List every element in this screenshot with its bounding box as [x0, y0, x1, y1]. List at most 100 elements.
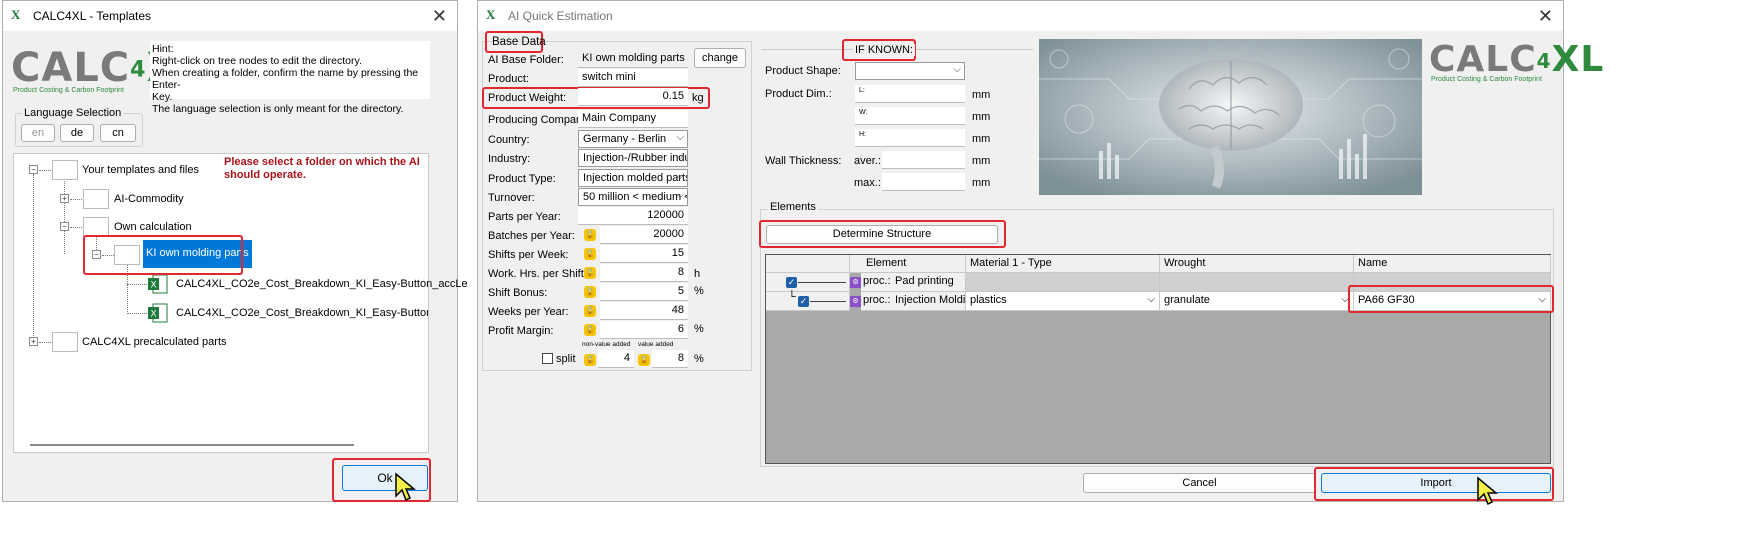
product-type-select[interactable]: Injection molded parts ⌵ — [578, 169, 688, 187]
svg-text:X: X — [151, 281, 157, 291]
producing-company-label: Producing Company: — [488, 114, 591, 126]
process-icon: ⚙ — [850, 277, 861, 288]
profit-margin-field[interactable]: 6 — [600, 321, 688, 339]
row-checkbox[interactable]: ✓ — [786, 277, 797, 288]
collapse-toggle-root[interactable]: − — [29, 165, 38, 174]
split-nva-field[interactable]: 4 — [598, 350, 634, 368]
wall-aver-field[interactable] — [882, 151, 965, 169]
lang-en-button[interactable]: en — [21, 124, 55, 142]
lock-icon[interactable]: 🔒 — [638, 354, 650, 366]
work-hrs-unit: h — [694, 268, 701, 280]
chevron-down-icon: ⌵ — [676, 132, 684, 143]
shift-bonus-label: Shift Bonus: — [488, 287, 548, 299]
grid-cell-element[interactable]: Pad printing — [891, 273, 966, 292]
tree-connector — [33, 174, 34, 342]
determine-structure-button[interactable]: Determine Structure — [766, 225, 998, 244]
tree-connector — [810, 301, 846, 302]
calc4xl-app-icon: X — [486, 7, 496, 22]
lock-icon[interactable]: 🔒 — [584, 305, 596, 317]
tree-node-precalculated-parts[interactable]: CALC4XL precalculated parts — [82, 336, 227, 348]
templates-titlebar: X CALC4XL - Templates ✕ — [3, 1, 457, 31]
chevron-down-icon: ⌵ — [953, 64, 961, 75]
folder-icon — [83, 217, 109, 237]
grid-cell-wrought[interactable]: granulate ⌵ — [1160, 292, 1354, 311]
tree-connector — [39, 170, 51, 171]
dim-l-field[interactable]: L: — [855, 85, 965, 103]
row-checkbox[interactable]: ✓ — [798, 296, 809, 307]
shift-bonus-field[interactable]: 5 — [600, 283, 688, 301]
chevron-down-icon: ⌵ — [676, 171, 684, 182]
tree-node-ai-commodity[interactable]: AI-Commodity — [114, 193, 184, 205]
tree-connector — [70, 199, 82, 200]
tree-node-root[interactable]: Your templates and files — [82, 164, 199, 176]
grid-header-wrought: Wrought — [1160, 255, 1354, 273]
grid-cell-proc: proc.: — [861, 292, 891, 311]
lock-icon[interactable]: 🔒 — [584, 229, 596, 241]
turnover-select[interactable]: 50 million < medium < 2⌵ — [578, 188, 688, 206]
mouse-cursor-icon — [395, 472, 416, 502]
product-dim-label: Product Dim.: — [765, 88, 832, 100]
tree-connector — [64, 174, 65, 254]
expand-toggle-ai-commodity[interactable]: + — [60, 194, 69, 203]
shifts-per-week-field[interactable]: 15 — [600, 245, 688, 263]
chevron-down-icon: ⌵ — [676, 190, 684, 201]
industry-select[interactable]: Injection-/Rubber indu ⌵ — [578, 149, 688, 167]
logo-tagline: Product Costing & Carbon Footprint — [13, 87, 124, 94]
highlight-selected-folder — [83, 235, 243, 275]
product-field[interactable]: switch mini — [578, 69, 688, 87]
close-icon[interactable]: ✕ — [432, 6, 447, 27]
ai-titlebar: X AI Quick Estimation ✕ — [478, 1, 1563, 31]
grid-header-name: Name — [1354, 255, 1551, 273]
logo-text: CALC4XL — [1429, 39, 1605, 80]
wall-max-unit: mm — [972, 177, 991, 189]
lock-icon[interactable]: 🔒 — [584, 267, 596, 279]
collapse-toggle-own-calculation[interactable]: − — [60, 222, 69, 231]
ai-estimation-window: X AI Quick Estimation ✕ Base Data AI Bas… — [477, 0, 1603, 502]
dim-w-unit: mm — [972, 111, 991, 123]
tree-connector — [798, 282, 846, 283]
dim-w-field[interactable]: W: — [855, 107, 965, 125]
split-checkbox[interactable] — [542, 353, 553, 364]
svg-text:X: X — [151, 310, 157, 320]
parts-per-year-field[interactable]: 120000 — [578, 207, 688, 225]
split-label: split — [556, 353, 576, 365]
folder-icon — [52, 160, 78, 180]
import-button[interactable]: Import — [1321, 473, 1551, 493]
lang-cn-button[interactable]: cn — [100, 124, 136, 142]
producing-company-field[interactable]: Main Company — [578, 110, 688, 128]
lock-icon[interactable]: 🔒 — [584, 324, 596, 336]
tree-node-own-calculation[interactable]: Own calculation — [114, 221, 192, 233]
lock-icon[interactable]: 🔒 — [584, 248, 596, 260]
parts-per-year-label: Parts per Year: — [488, 211, 561, 223]
lock-icon[interactable]: 🔒 — [584, 286, 596, 298]
if-known-label: IF KNOWN: — [853, 44, 916, 56]
tree-horizontal-scrollbar[interactable] — [30, 444, 354, 446]
grid-cell-material[interactable]: plastics ⌵ — [966, 292, 1160, 311]
tree-panel: Please select a folder on which the AI s… — [13, 153, 468, 453]
work-hrs-label: Work. Hrs. per Shift: — [488, 268, 587, 280]
change-folder-button[interactable]: change — [694, 48, 746, 68]
split-va-field[interactable]: 8 — [652, 350, 688, 368]
wall-max-field[interactable] — [882, 173, 965, 191]
lock-icon[interactable]: 🔒 — [584, 354, 596, 366]
close-icon[interactable]: ✕ — [1538, 6, 1553, 27]
max-label: max.: — [854, 177, 881, 189]
product-type-label: Product Type: — [488, 173, 556, 185]
grid-header-element: Element — [850, 255, 966, 273]
tree-node-file-accle[interactable]: CALC4XL_CO2e_Cost_Breakdown_KI_Easy-Butt… — [176, 278, 468, 290]
highlight-name-cell — [1348, 285, 1554, 313]
country-select[interactable]: Germany - Berlin ⌵ — [578, 130, 688, 148]
expand-toggle-precalculated[interactable]: + — [29, 337, 38, 346]
ai-base-folder-label: AI Base Folder: — [488, 54, 564, 66]
dim-h-field[interactable]: H: — [855, 129, 965, 147]
weeks-per-year-field[interactable]: 48 — [600, 302, 688, 320]
tree-node-file-trainai[interactable]: CALC4XL_CO2e_Cost_Breakdown_KI_Easy-Butt… — [176, 307, 428, 319]
cancel-button[interactable]: Cancel — [1083, 473, 1316, 493]
mouse-cursor-icon — [1477, 476, 1498, 506]
lang-de-button[interactable]: de — [60, 124, 94, 142]
product-weight-field[interactable]: 0.15 — [578, 88, 688, 106]
batches-per-year-field[interactable]: 20000 — [600, 226, 688, 244]
grid-cell-element[interactable]: Injection Molding — [891, 292, 966, 311]
product-shape-select[interactable]: ⌵ — [855, 62, 965, 80]
work-hrs-field[interactable]: 8 — [600, 264, 688, 282]
